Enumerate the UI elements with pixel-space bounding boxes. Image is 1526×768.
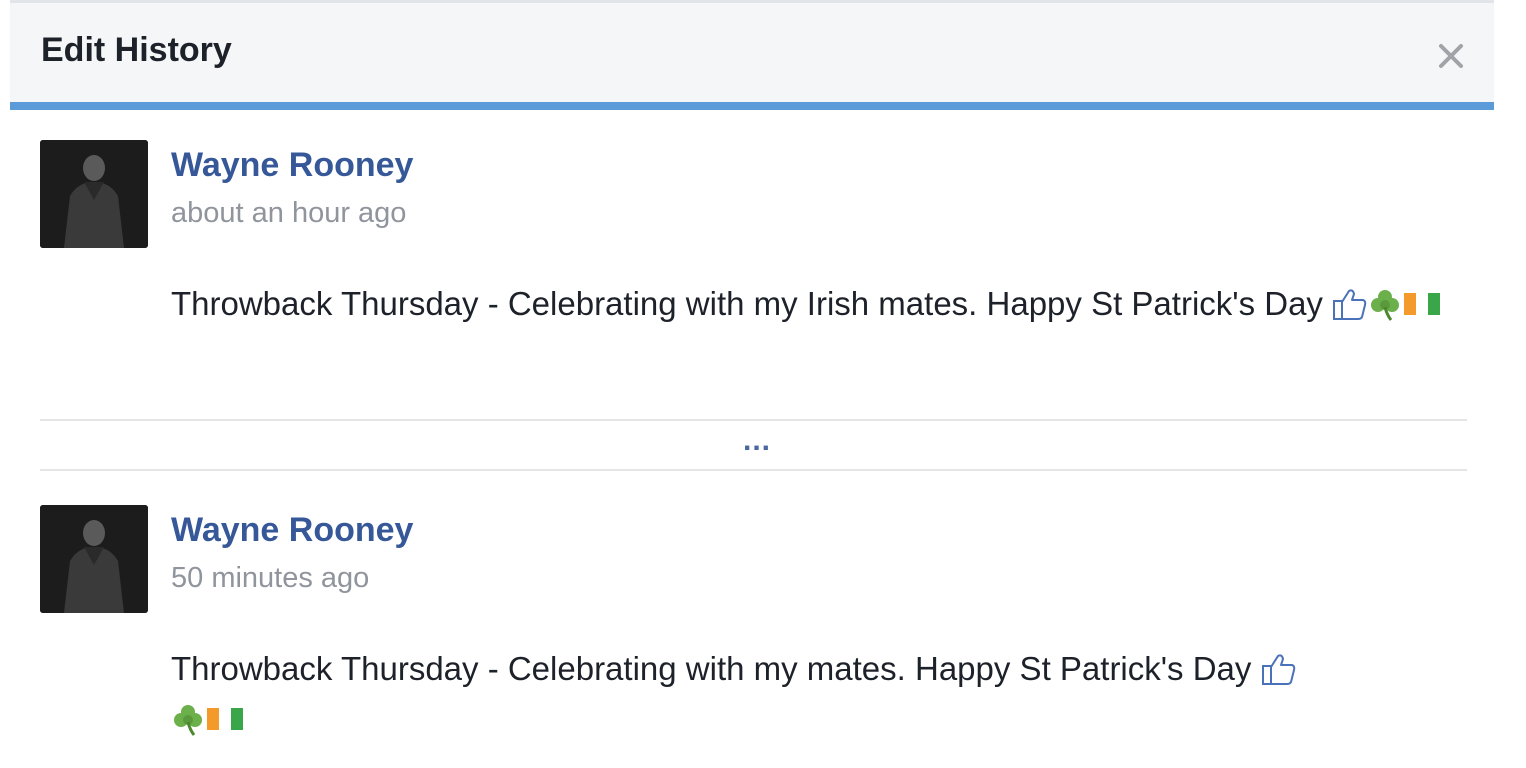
author-name[interactable]: Wayne Rooney — [171, 146, 413, 185]
thumbs-up-icon — [1332, 287, 1368, 321]
author-name[interactable]: Wayne Rooney — [171, 511, 413, 550]
dialog-title: Edit History — [41, 31, 232, 69]
irish-flag-icon — [205, 702, 245, 736]
shamrock-icon — [171, 702, 205, 736]
thumbs-up-icon — [1261, 652, 1297, 686]
divider — [40, 419, 1467, 421]
irish-flag-icon — [1402, 287, 1442, 321]
avatar[interactable] — [40, 505, 148, 613]
show-more-button[interactable]: ... — [732, 426, 782, 456]
edit-history-dialog: Edit History Wayne Rooney about an hour … — [10, 0, 1494, 768]
shamrock-icon — [1368, 287, 1402, 321]
avatar[interactable] — [40, 140, 148, 248]
dialog-header: Edit History — [10, 0, 1494, 110]
timestamp[interactable]: 50 minutes ago — [171, 562, 369, 595]
page: Edit History Wayne Rooney about an hour … — [0, 0, 1526, 768]
post-text-content: Throwback Thursday - Celebrating with my… — [171, 650, 1252, 687]
post-text-content: Throwback Thursday - Celebrating with my… — [171, 285, 1323, 322]
timestamp[interactable]: about an hour ago — [171, 197, 406, 230]
post-text: Throwback Thursday - Celebrating with my… — [171, 279, 1451, 329]
close-icon — [1439, 44, 1463, 68]
close-button[interactable] — [1434, 39, 1468, 73]
divider — [40, 469, 1467, 471]
post-text: Throwback Thursday - Celebrating with my… — [171, 644, 1451, 744]
